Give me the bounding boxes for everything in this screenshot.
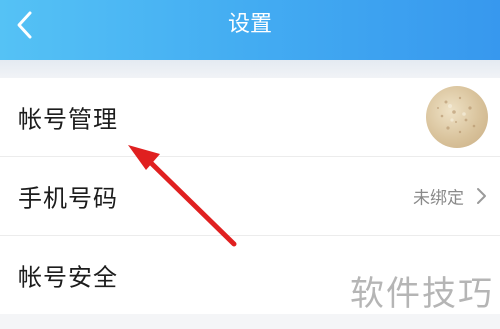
- settings-item-label: 帐号管理: [18, 105, 118, 134]
- avatar[interactable]: [426, 86, 488, 148]
- page-title: 设置: [227, 12, 272, 37]
- avatar-image: [437, 96, 476, 134]
- settings-item-account-security[interactable]: 帐号安全: [0, 235, 500, 314]
- header-bar: 设置: [0, 0, 500, 60]
- settings-item-phone-number[interactable]: 手机号码 未绑定: [0, 156, 500, 235]
- settings-item-account-management[interactable]: 帐号管理: [0, 78, 500, 156]
- settings-list: 帐号管理 手机号码 未绑定 帐号安全: [0, 78, 500, 314]
- settings-item-label: 手机号码: [18, 184, 118, 213]
- chevron-right-icon: [477, 188, 486, 204]
- phone-binding-status: 未绑定: [413, 188, 464, 209]
- settings-item-label: 帐号安全: [18, 263, 118, 292]
